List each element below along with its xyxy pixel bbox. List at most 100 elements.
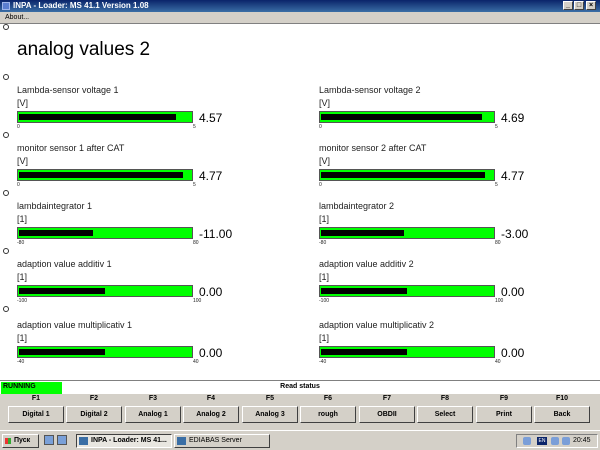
gauge-value: -11.00 (199, 227, 233, 241)
select-button[interactable]: Select (417, 406, 473, 423)
start-button[interactable]: Пуск (2, 434, 39, 448)
task-label: EDIABAS Server (189, 437, 242, 444)
gauge-max: 5 (495, 124, 498, 130)
maximize-button[interactable]: □ (574, 1, 584, 10)
start-label: Пуск (14, 437, 31, 444)
task-button-ediabas[interactable]: EDIABAS Server (174, 434, 270, 448)
fkey-f10: F10 Back (534, 394, 590, 423)
gauge-bar-fill (19, 288, 105, 294)
gauge-label: adaption value multiplicativ 2 (319, 320, 435, 330)
gauge-value: 4.77 (501, 169, 525, 183)
gauge-min: -40 (17, 359, 25, 365)
gauge-label: lambdaintegrator 1 (17, 201, 93, 211)
fkey-label: F8 (440, 395, 450, 402)
gauge-monitor-sensor-1: monitor sensor 1 after CAT [V] 0 5 4.77 (17, 143, 287, 193)
tray-network-icon[interactable] (523, 437, 531, 445)
gauge-max: 80 (193, 240, 199, 246)
close-button[interactable]: × (586, 1, 596, 10)
digital-2-button[interactable]: Digital 2 (66, 406, 122, 423)
gauge-label: monitor sensor 2 after CAT (319, 143, 427, 153)
gauge-min: 0 (17, 182, 20, 188)
gauge-value: 4.57 (199, 111, 223, 125)
gauge-unit: [1] (319, 214, 330, 224)
language-indicator[interactable]: EN (537, 437, 547, 445)
gauge-max: 40 (193, 359, 199, 365)
gauge-label: lambdaintegrator 2 (319, 201, 395, 211)
analog-2-button[interactable]: Analog 2 (183, 406, 239, 423)
minimize-button[interactable]: _ (563, 1, 573, 10)
fkey-f2: F2 Digital 2 (66, 394, 122, 423)
gauge-max: 5 (495, 182, 498, 188)
menu-about[interactable]: About... (5, 12, 29, 23)
tray-app-icon[interactable] (562, 437, 570, 445)
task-button-inpa[interactable]: INPA - Loader: MS 41... (76, 434, 172, 448)
gauge-bar (17, 346, 193, 358)
fkey-f1: F1 Digital 1 (8, 394, 64, 423)
gauge-lambda-sensor-voltage-1: Lambda-sensor voltage 1 [V] 0 5 4.57 (17, 85, 287, 135)
gauge-unit: [V] (17, 156, 29, 166)
gauge-label: Lambda-sensor voltage 2 (319, 85, 421, 95)
digital-1-button[interactable]: Digital 1 (8, 406, 64, 423)
window-title: INPA - Loader: MS 41.1 Version 1.08 (13, 1, 149, 10)
gauge-bar-fill (19, 172, 183, 178)
gauge-label: adaption value additiv 1 (17, 259, 112, 269)
row-marker-circle (3, 24, 9, 30)
gauge-label: Lambda-sensor voltage 1 (17, 85, 119, 95)
gauge-lambdaintegrator-2: lambdaintegrator 2 [1] -80 80 -3.00 (319, 201, 589, 251)
gauge-unit: [1] (17, 272, 28, 282)
gauge-monitor-sensor-2: monitor sensor 2 after CAT [V] 0 5 4.77 (319, 143, 589, 193)
gauge-adaption-additiv-1: adaption value additiv 1 [1] -100 100 0.… (17, 259, 287, 309)
gauge-bar-fill (19, 230, 93, 236)
quicklaunch-app-icon[interactable] (57, 435, 67, 445)
ediabas-task-icon (177, 437, 186, 445)
tray-volume-icon[interactable] (551, 437, 559, 445)
gauge-min: -80 (17, 240, 25, 246)
gauge-max: 5 (193, 182, 196, 188)
gauge-value: 0.00 (501, 285, 525, 299)
gauge-bar-fill (321, 172, 485, 178)
analog-3-button[interactable]: Analog 3 (242, 406, 298, 423)
analog-1-button[interactable]: Analog 1 (125, 406, 181, 423)
gauge-bar (319, 346, 495, 358)
clock: 20:45 (573, 437, 591, 444)
gauge-unit: [1] (319, 333, 330, 343)
gauge-bar (319, 227, 495, 239)
fkey-label: F9 (499, 395, 509, 402)
gauge-value: 0.00 (501, 346, 525, 360)
gauge-label: adaption value multiplicativ 1 (17, 320, 133, 330)
gauge-unit: [V] (319, 156, 331, 166)
gauge-bar-fill (321, 230, 404, 236)
gauge-bar (17, 111, 193, 123)
status-row: RUNNING Read status (0, 380, 600, 396)
gauge-adaption-multiplicativ-2: adaption value multiplicativ 2 [1] -40 4… (319, 320, 589, 370)
show-desktop-icon[interactable] (44, 435, 54, 445)
gauge-bar (319, 285, 495, 297)
fkey-f5: F5 Analog 3 (242, 394, 298, 423)
print-button[interactable]: Print (476, 406, 532, 423)
back-button[interactable]: Back (534, 406, 590, 423)
gauge-label: monitor sensor 1 after CAT (17, 143, 125, 153)
gauge-bar (17, 285, 193, 297)
system-tray: EN 20:45 (516, 434, 598, 448)
gauge-min: -40 (319, 359, 327, 365)
fkey-f4: F4 Analog 2 (183, 394, 239, 423)
task-label: INPA - Loader: MS 41... (91, 437, 167, 444)
fkey-f3: F3 Analog 1 (125, 394, 181, 423)
gauge-bar (17, 227, 193, 239)
read-status-label: Read status (280, 383, 320, 390)
row-marker-circle (3, 132, 9, 138)
window-titlebar[interactable]: INPA - Loader: MS 41.1 Version 1.08 _ □ … (0, 0, 600, 12)
gauge-label: adaption value additiv 2 (319, 259, 414, 269)
obdii-button[interactable]: OBDII (359, 406, 415, 423)
inpa-task-icon (79, 437, 88, 445)
row-marker-circle (3, 190, 9, 196)
row-marker-circle (3, 306, 9, 312)
rough-button[interactable]: rough (300, 406, 356, 423)
gauge-bar (17, 169, 193, 181)
fkey-label: F4 (206, 395, 216, 402)
gauge-adaption-additiv-2: adaption value additiv 2 [1] -100 100 0.… (319, 259, 589, 309)
gauge-max: 5 (193, 124, 196, 130)
gauge-min: -100 (319, 298, 330, 304)
row-marker-circle (3, 248, 9, 254)
gauge-value: 4.77 (199, 169, 223, 183)
